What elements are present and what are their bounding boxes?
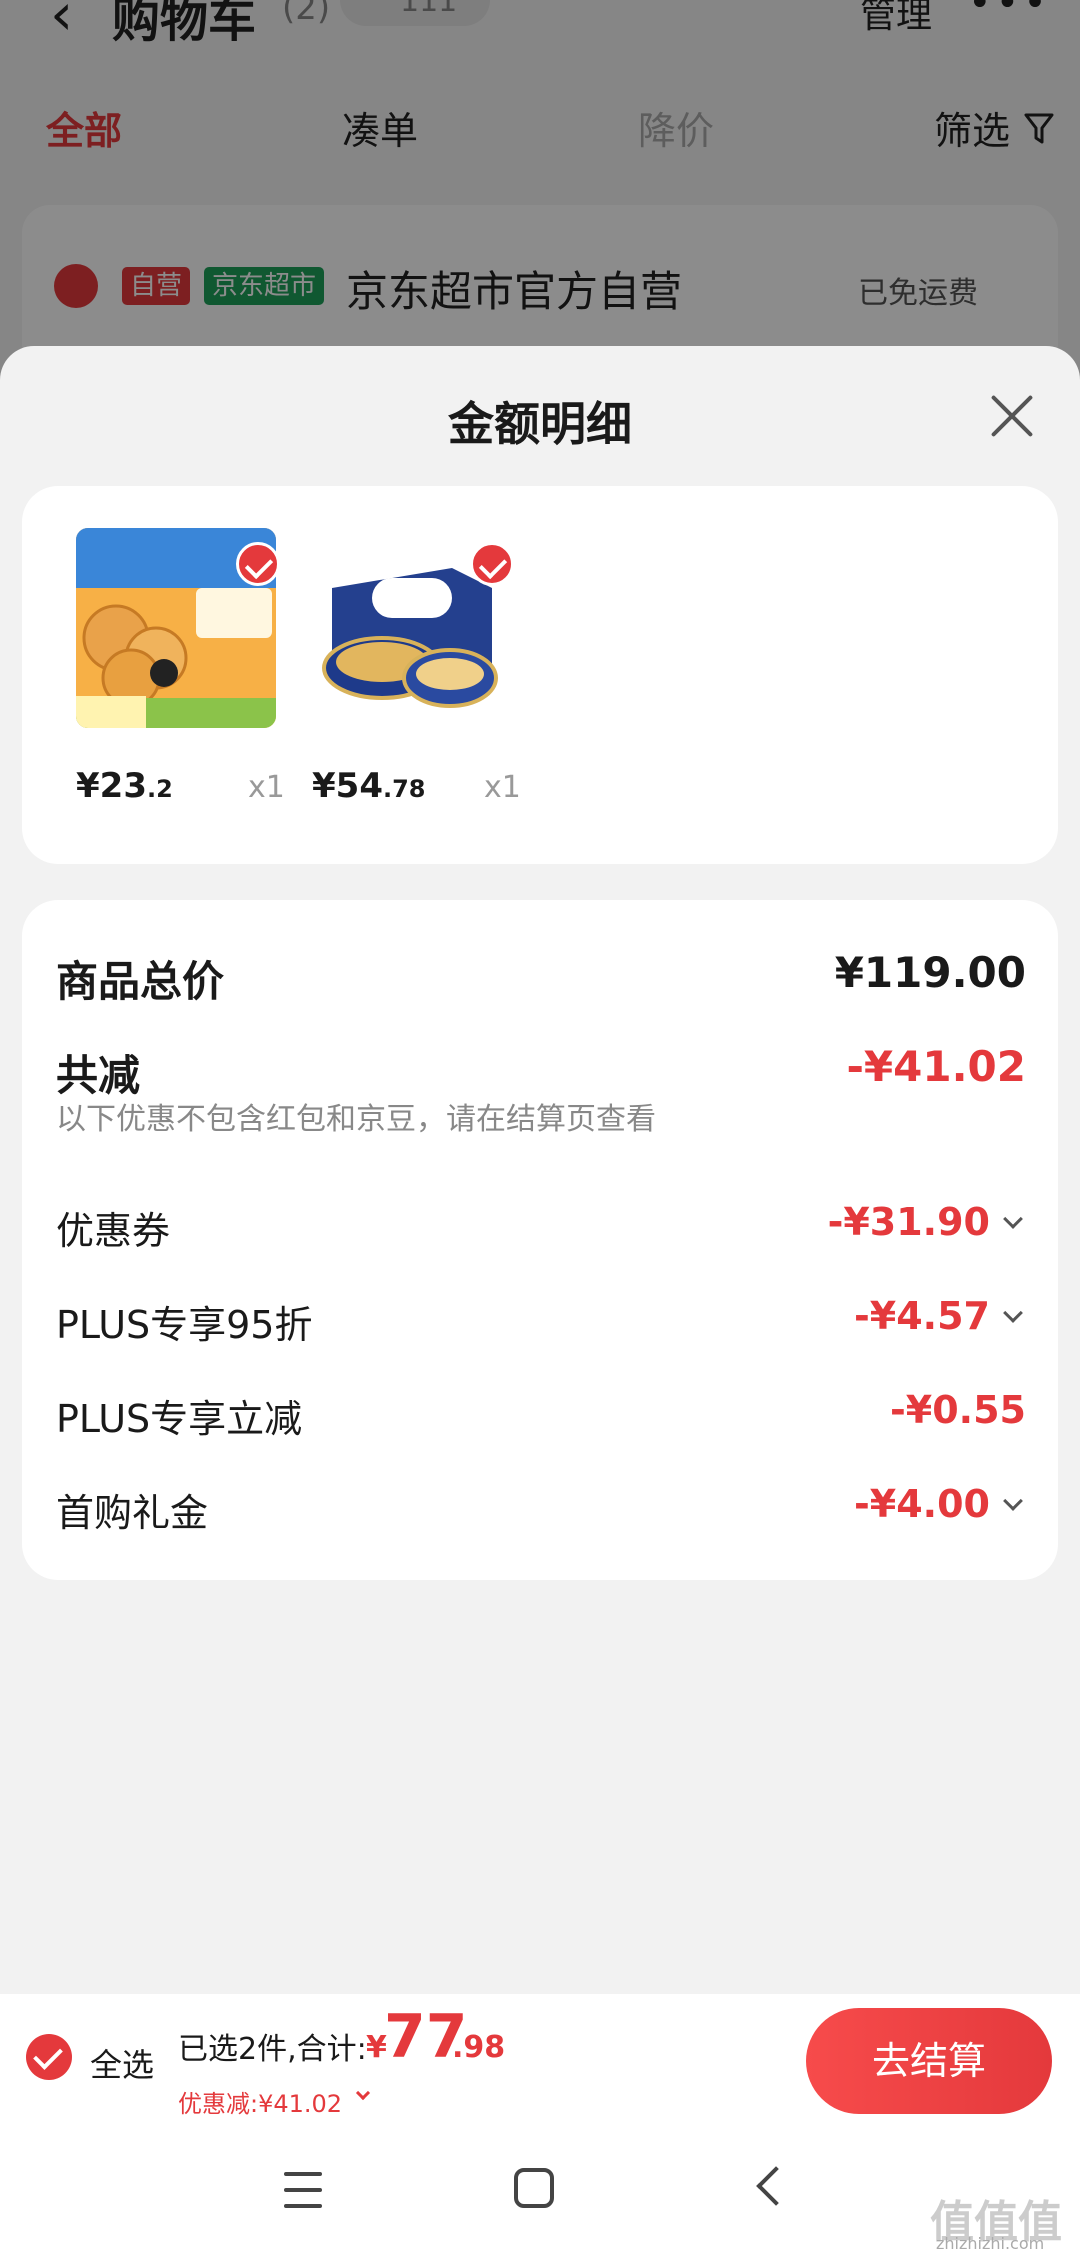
product-quantity: x1 xyxy=(484,770,521,805)
first-purchase-gift-value: -¥4.00 xyxy=(854,1482,990,1526)
selected-check-icon xyxy=(470,542,514,586)
amount-detail-sheet: 金额明细 ¥23.2 x1 ¥54.78 x1 商品总价 ¥119.00 共减 … xyxy=(0,346,1080,2260)
plus-instant-reduction-label: PLUS专享立减 xyxy=(56,1397,303,1441)
chevron-down-icon[interactable] xyxy=(1003,1491,1023,1511)
close-icon[interactable] xyxy=(984,388,1040,444)
home-icon[interactable] xyxy=(514,2168,554,2208)
plus-95-discount-row[interactable]: PLUS专享95折 -¥4.57 xyxy=(56,1294,1026,1354)
total-reduction-row: 共减 -¥41.02 xyxy=(56,1042,1026,1102)
coupon-value: -¥31.90 xyxy=(827,1200,990,1244)
first-purchase-gift-row[interactable]: 首购礼金 -¥4.00 xyxy=(56,1482,1026,1542)
coupon-label: 优惠券 xyxy=(56,1209,171,1253)
select-all-checkbox[interactable] xyxy=(26,2034,72,2080)
total-reduction-value: -¥41.02 xyxy=(846,1042,1026,1091)
coupon-row[interactable]: 优惠券 -¥31.90 xyxy=(56,1200,1026,1260)
discount-summary[interactable]: 优惠减:¥41.02 xyxy=(178,2084,342,2119)
discount-note: 以下优惠不包含红包和京豆，请在结算页查看 xyxy=(56,1102,656,1137)
plus-95-discount-value: -¥4.57 xyxy=(854,1294,990,1338)
selected-summary-label: 已选2件,合计: xyxy=(178,2032,367,2067)
sheet-title: 金额明细 xyxy=(448,397,632,451)
system-navigation-bar xyxy=(0,2130,1080,2260)
price-detail-card: 商品总价 ¥119.00 共减 -¥41.02 以下优惠不包含红包和京豆，请在结… xyxy=(22,900,1058,1580)
product-price: ¥54.78 xyxy=(312,766,426,806)
recent-apps-icon[interactable] xyxy=(284,2172,322,2212)
back-nav-icon[interactable] xyxy=(756,2166,796,2206)
chevron-down-icon[interactable] xyxy=(355,2085,371,2101)
checkout-button[interactable]: 去结算 xyxy=(806,2008,1052,2114)
total-price-row: 商品总价 ¥119.00 xyxy=(56,948,1026,1008)
product-price: ¥23.2 xyxy=(76,766,173,806)
total-amount-decimal: .98 xyxy=(452,2030,506,2065)
selected-check-icon xyxy=(236,542,280,586)
watermark-url: zhizhizhi.com xyxy=(936,2234,1045,2253)
chevron-down-icon[interactable] xyxy=(1003,1209,1023,1229)
select-all-label[interactable]: 全选 xyxy=(90,2040,154,2086)
plus-instant-reduction-row: PLUS专享立减 -¥0.55 xyxy=(56,1388,1026,1448)
total-price-value: ¥119.00 xyxy=(834,948,1026,997)
products-card: ¥23.2 x1 ¥54.78 x1 xyxy=(22,486,1058,864)
first-purchase-gift-label: 首购礼金 xyxy=(56,1491,209,1535)
sheet-header: 金额明细 xyxy=(0,346,1080,486)
plus-instant-reduction-value: -¥0.55 xyxy=(890,1388,1026,1432)
plus-95-discount-label: PLUS专享95折 xyxy=(56,1303,313,1347)
checkout-bar: 全选 已选2件,合计: ¥ 77 .98 优惠减:¥41.02 去结算 xyxy=(0,1994,1080,2130)
chevron-down-icon[interactable] xyxy=(1003,1303,1023,1323)
total-price-label: 商品总价 xyxy=(56,957,225,1006)
product-quantity: x1 xyxy=(248,770,285,805)
